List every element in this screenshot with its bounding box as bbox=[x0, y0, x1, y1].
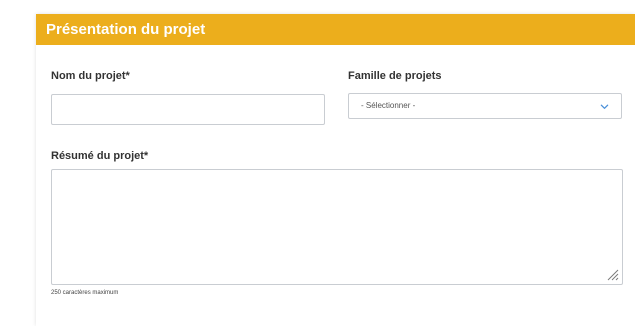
project-name-label: Nom du projet* bbox=[51, 70, 130, 82]
summary-label: Résumé du projet* bbox=[51, 150, 149, 162]
project-family-selected-value: - Sélectionner - bbox=[361, 101, 416, 110]
summary-textarea[interactable] bbox=[51, 169, 623, 285]
panel-title: Présentation du projet bbox=[46, 21, 206, 38]
summary-char-limit-hint: 250 caractères maximum bbox=[51, 290, 119, 296]
chevron-down-icon bbox=[600, 104, 609, 109]
panel-header: Présentation du projet bbox=[36, 14, 635, 45]
resize-handle-icon[interactable] bbox=[607, 269, 619, 281]
project-name-input[interactable] bbox=[51, 94, 325, 125]
project-family-select[interactable]: - Sélectionner - bbox=[348, 93, 622, 119]
project-presentation-panel: Présentation du projet Nom du projet* Fa… bbox=[36, 14, 635, 326]
project-family-label: Famille de projets bbox=[348, 70, 442, 82]
